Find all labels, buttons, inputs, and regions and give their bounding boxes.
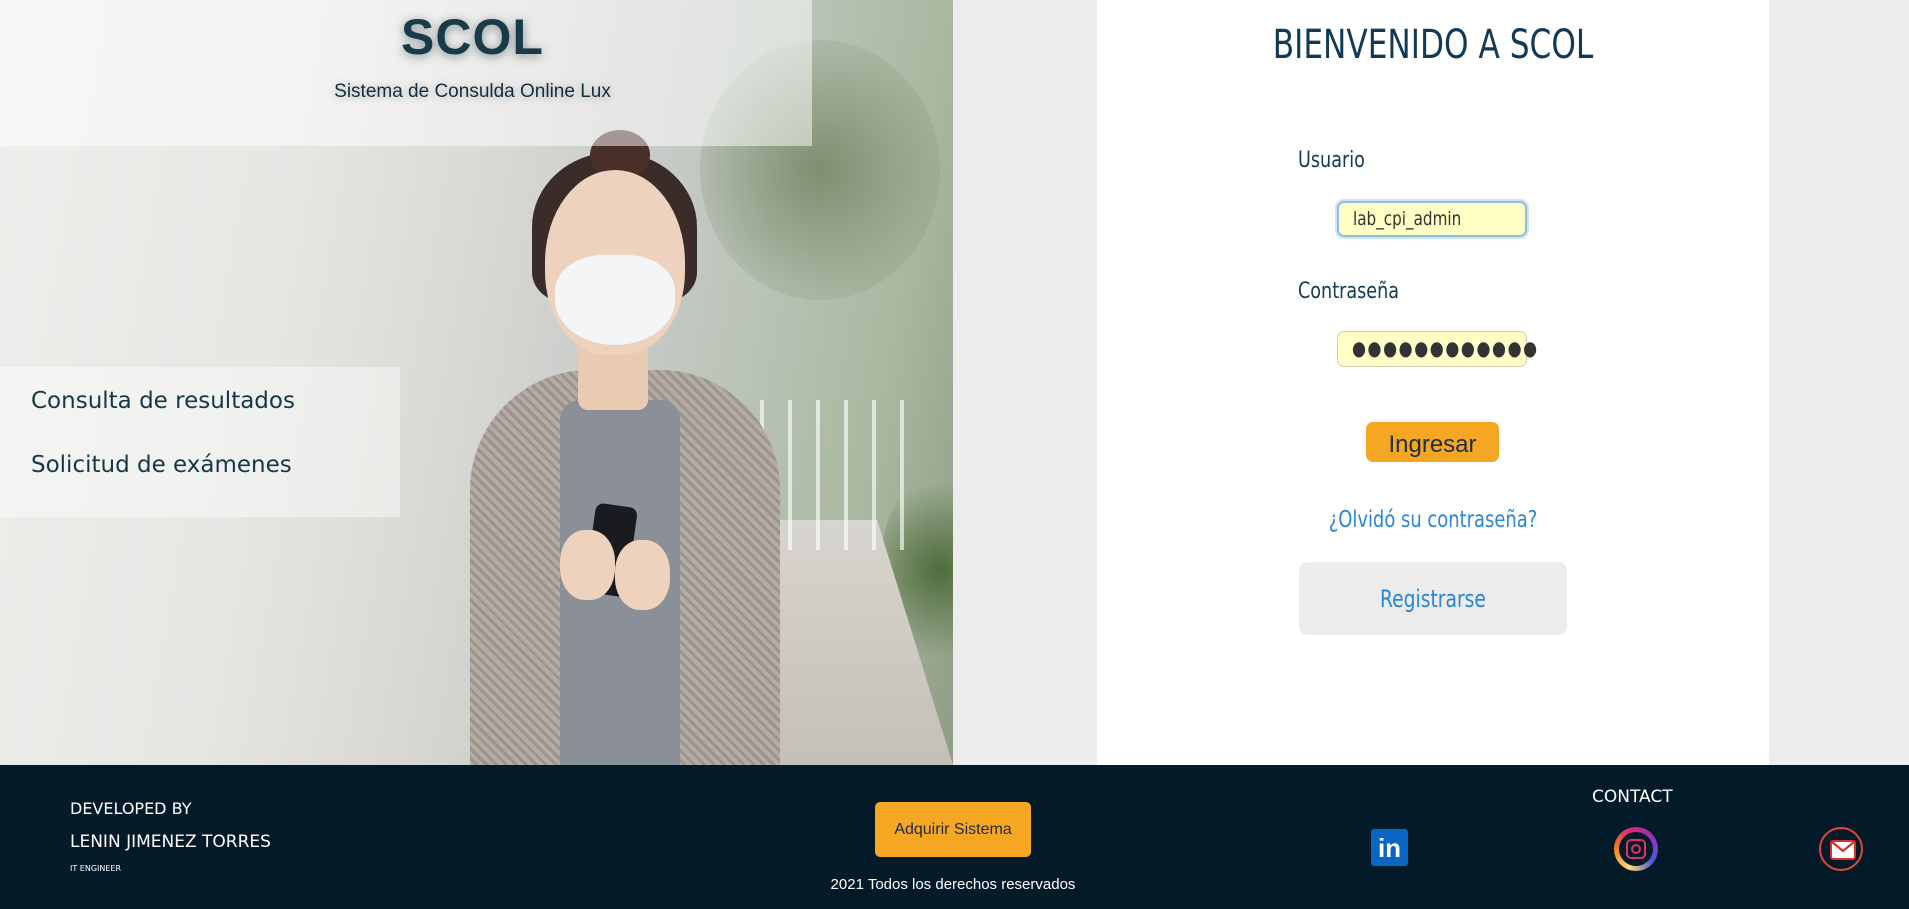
gmail-icon[interactable] (1819, 827, 1863, 871)
linkedin-icon[interactable]: in (1371, 829, 1408, 866)
developed-by-label: DEVELOPED BY (70, 799, 192, 818)
username-value: lab_cpi_admin (1353, 208, 1462, 230)
username-input[interactable]: lab_cpi_admin (1337, 201, 1527, 237)
password-label: Contraseña (1298, 279, 1400, 304)
register-button[interactable]: Registrarse (1299, 562, 1567, 635)
login-button[interactable]: Ingresar (1366, 422, 1499, 462)
menu-item-solicitud-examenes[interactable]: Solicitud de exámenes (31, 452, 292, 478)
login-panel (1097, 0, 1769, 765)
hand-shape (560, 530, 615, 600)
register-button-label: Registrarse (1379, 584, 1486, 613)
copyright-text: 2021 Todos los derechos reservados (830, 876, 1076, 893)
menu-item-consulta-resultados[interactable]: Consulta de resultados (31, 388, 295, 414)
hand-shape (615, 540, 670, 610)
contact-title: CONTACT (1592, 787, 1673, 807)
forgot-password-link[interactable]: ¿Olvidó su contraseña? (1173, 507, 1692, 533)
brand-title: SCOL (401, 9, 544, 65)
developer-role: IT ENGINEER (70, 864, 122, 873)
password-input[interactable]: ●●●●●●●●●●●● (1337, 331, 1537, 367)
brand-subtitle: Sistema de Consulda Online Lux (334, 81, 611, 102)
welcome-heading: BIENVENIDO A SCOL (1272, 22, 1594, 68)
acquire-system-button[interactable]: Adquirir Sistema (875, 802, 1031, 857)
woman-with-phone-figure (440, 130, 810, 765)
username-label: Usuario (1298, 148, 1365, 173)
face-mask-shape (555, 255, 675, 345)
instagram-icon[interactable] (1614, 827, 1658, 871)
developer-name: LENIN JIMENEZ TORRES (70, 832, 271, 852)
password-value: ●●●●●●●●●●●● (1352, 336, 1539, 360)
